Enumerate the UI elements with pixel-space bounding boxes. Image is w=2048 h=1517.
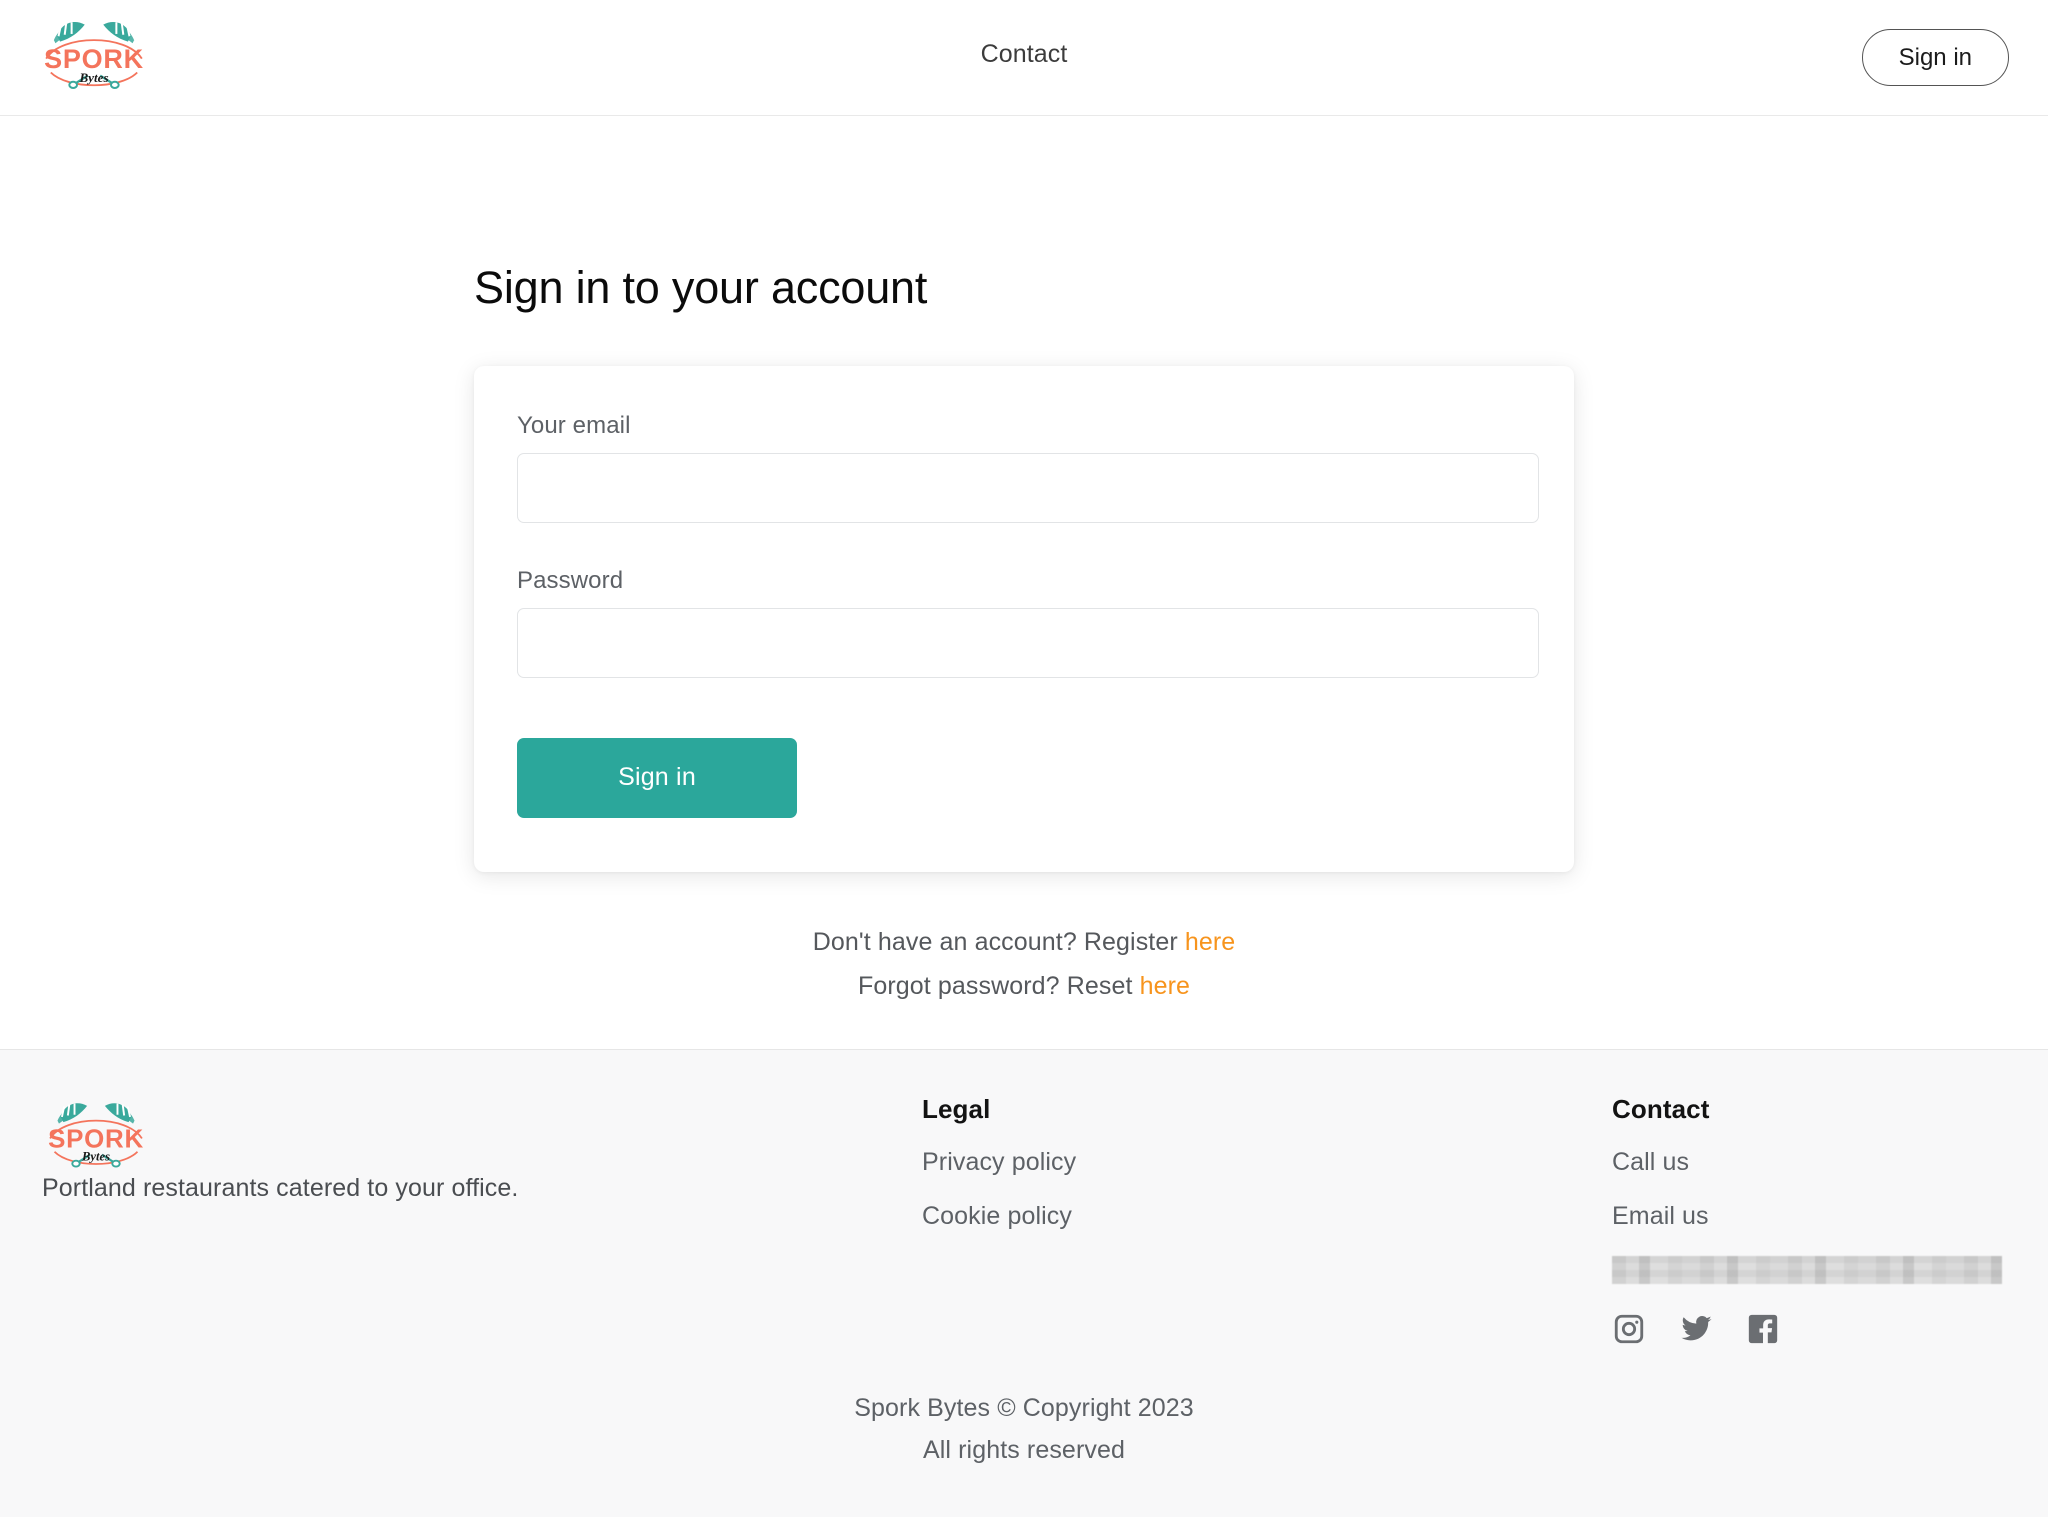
footer-contact-heading: Contact xyxy=(1612,1093,1710,1124)
email-input[interactable] xyxy=(517,452,1539,523)
header-nav: Contact xyxy=(0,40,2048,69)
copyright-text: Spork Bytes © Copyright 2023 xyxy=(854,1393,1194,1422)
facebook-icon[interactable] xyxy=(1746,1312,1780,1351)
footer-tagline: Portland restaurants catered to your off… xyxy=(42,1173,519,1202)
footer-link-cookie-policy[interactable]: Cookie policy xyxy=(922,1202,1612,1231)
register-text: Don't have an account? Register xyxy=(812,927,1185,956)
reset-text: Forgot password? Reset xyxy=(857,972,1140,1001)
reset-line: Forgot password? Reset here xyxy=(474,964,1574,1009)
footer-contact-column: Contact Call us Email us xyxy=(1612,1094,2006,1351)
reset-here-link[interactable]: here xyxy=(1140,972,1190,1000)
footer-link-email-us[interactable]: Email us xyxy=(1612,1202,2006,1231)
page-root: SPORK Bytes Contact Sign in Sign in to y… xyxy=(0,0,2048,1517)
footer-link-privacy-policy[interactable]: Privacy policy xyxy=(922,1148,1612,1177)
instagram-icon[interactable] xyxy=(1612,1312,1646,1351)
register-here-link[interactable]: here xyxy=(1185,928,1235,956)
helper-links: Don't have an account? Register here For… xyxy=(474,920,1574,1009)
footer-bottom: Spork Bytes © Copyright 2023 All rights … xyxy=(0,1387,2048,1472)
twitter-icon[interactable] xyxy=(1679,1312,1713,1351)
footer-link-call-us[interactable]: Call us xyxy=(1612,1148,2006,1177)
nav-item-contact[interactable]: Contact xyxy=(981,40,1068,68)
header-signin-button[interactable]: Sign in xyxy=(1861,29,2009,86)
svg-text:Bytes: Bytes xyxy=(78,70,108,85)
footer-columns: SPORK Bytes Portland restaurants catered… xyxy=(0,1094,2048,1351)
register-line: Don't have an account? Register here xyxy=(474,920,1574,965)
rights-text: All rights reserved xyxy=(923,1436,1125,1465)
password-field-label: Password xyxy=(517,566,624,594)
footer-legal-heading: Legal xyxy=(922,1093,991,1124)
svg-text:Bytes: Bytes xyxy=(81,1149,110,1163)
spork-bytes-logo-icon: SPORK Bytes xyxy=(48,1102,143,1168)
footer-brand-column: SPORK Bytes Portland restaurants catered… xyxy=(42,1094,922,1351)
site-header: SPORK Bytes Contact Sign in xyxy=(0,0,2048,116)
redacted-contact-value xyxy=(1612,1255,2002,1284)
email-field-label: Your email xyxy=(517,411,631,439)
signin-card: Your email Password Sign in xyxy=(474,365,1574,872)
content-wrapper: Sign in to your account Your email Passw… xyxy=(474,116,1574,1009)
site-footer: SPORK Bytes Portland restaurants catered… xyxy=(0,1048,2048,1517)
footer-logo[interactable]: SPORK Bytes xyxy=(42,1094,922,1174)
footer-social-links xyxy=(1612,1312,2006,1351)
password-input[interactable] xyxy=(517,607,1539,678)
page-title: Sign in to your account xyxy=(474,262,928,313)
footer-legal-column: Legal Privacy policy Cookie policy xyxy=(922,1094,1612,1351)
signin-submit-button[interactable]: Sign in xyxy=(517,737,797,818)
main-content: Sign in to your account Your email Passw… xyxy=(0,116,2048,1049)
